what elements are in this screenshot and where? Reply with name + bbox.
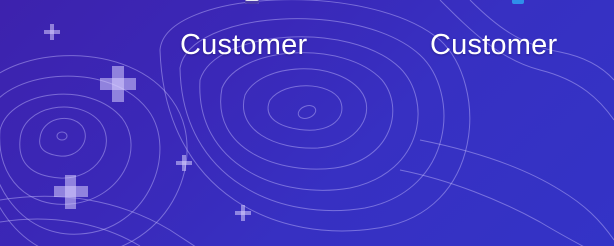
plus-sparkle-icon <box>100 66 136 102</box>
plus-sparkle-icon <box>44 24 60 40</box>
file-icon <box>245 0 259 4</box>
app-icon <box>512 0 524 4</box>
plus-sparkle-icon <box>176 155 192 171</box>
plus-sparkle-icon <box>235 205 251 221</box>
plus-sparkle-icon <box>54 175 88 209</box>
desktop-background: Customer Customer <box>0 0 614 246</box>
desktop-shortcut-label: Customer <box>180 29 308 61</box>
desktop-shortcut-label: Customer <box>430 29 558 61</box>
